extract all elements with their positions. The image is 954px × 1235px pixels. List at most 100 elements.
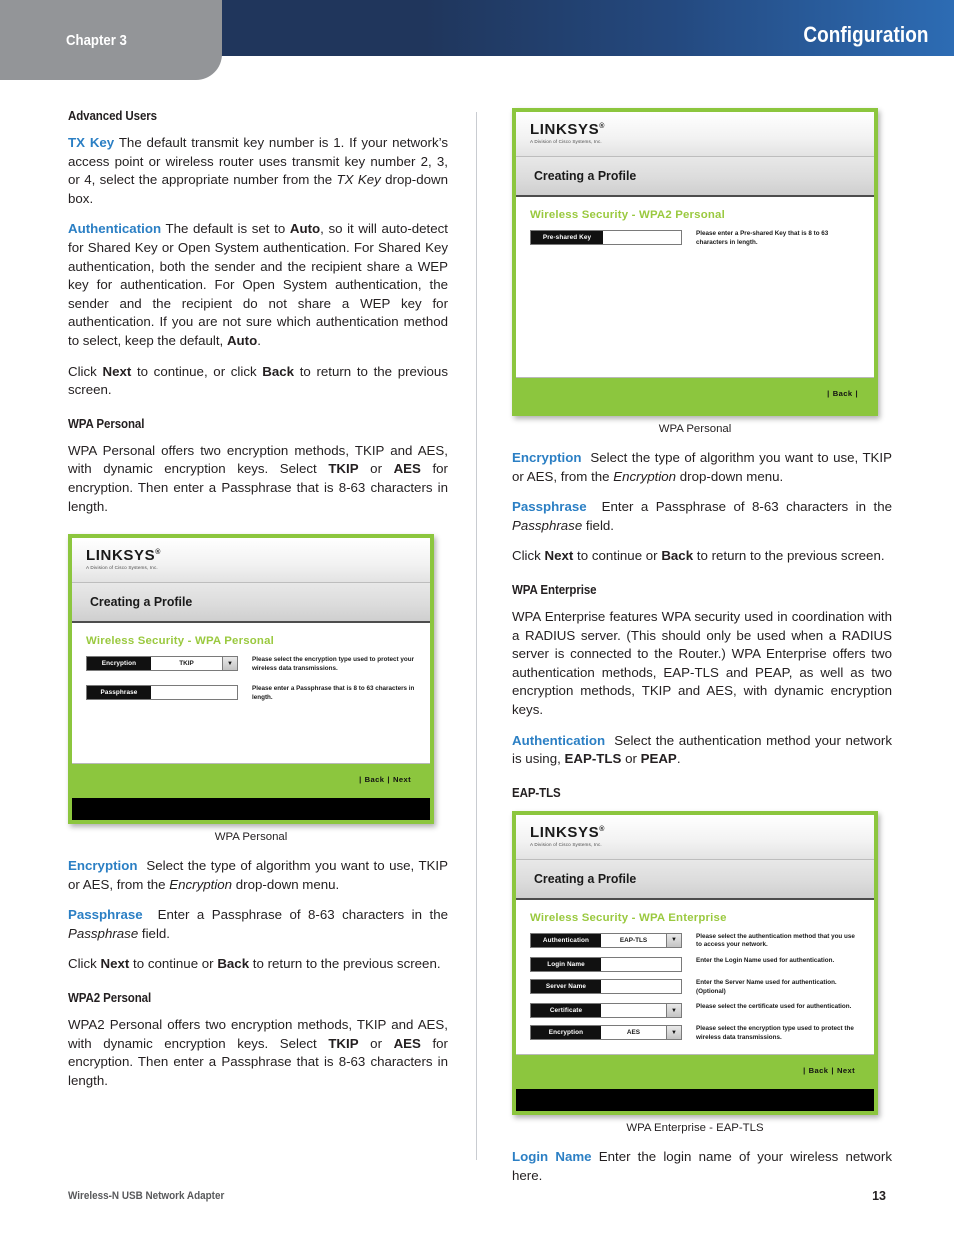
field-value [601,957,681,971]
field-label: Authentication [531,933,601,947]
field-row-pre-shared-key: Pre-shared Key Please enter a Pre-shared… [530,230,860,247]
bold-aes: AES [393,1035,421,1051]
certificate-dropdown[interactable]: Certificate ▼ [530,1003,682,1019]
bold-back: Back [262,363,295,379]
text: to continue or [573,548,662,564]
paragraph-encryption: Encryption Select the type of algorithm … [512,449,892,486]
dialog-body: Wireless Security - WPA Personal Encrypt… [72,623,430,764]
field-row-certificate: Certificate ▼ Please select the certific… [530,1003,860,1019]
paragraph-encryption: Encryption Select the type of algorithm … [68,857,448,894]
bold-next: Next [544,548,574,564]
server-name-input[interactable]: Server Name [530,978,682,994]
next-button[interactable]: Next [393,775,411,784]
text: Click [68,956,101,972]
encryption-dropdown[interactable]: Encryption AES ▼ [530,1025,682,1041]
bold-peap: PEAP [640,751,677,767]
linksys-logo: LINKSYS® [530,824,605,841]
field-help-text: Please select the encryption type used t… [252,656,415,672]
chevron-down-icon[interactable]: ▼ [666,1004,681,1018]
field-label: Encryption [531,1026,601,1040]
next-button[interactable]: Next [837,1066,855,1075]
linksys-logo-text: LINKSYS [530,121,600,138]
encryption-dropdown[interactable]: Encryption TKIP ▼ [86,656,238,672]
term-passphrase: Passphrase [512,499,587,515]
field-value [601,1004,666,1018]
linksys-logo-text: LINKSYS [86,547,156,565]
dialog-button-group: | Back | Next [803,1066,855,1076]
italic-tx-key: TX Key [336,172,381,188]
text: field. [582,517,615,533]
field-value: TKIP [151,657,222,671]
paragraph-passphrase: Passphrase Enter a Passphrase of 8-63 ch… [68,906,448,943]
dialog-button-group: | Back | Next [359,775,411,785]
back-button[interactable]: Back [833,389,853,398]
bold-eap-tls: EAP-TLS [564,751,622,767]
heading-wpa-personal: WPA Personal [68,415,145,431]
chevron-down-icon[interactable]: ▼ [666,933,681,947]
figure-caption: WPA Personal [658,423,732,435]
dialog-title: Creating a Profile [534,168,637,183]
back-button[interactable]: Back [365,775,385,784]
field-row-encryption: Encryption AES ▼ Please select the encry… [530,1025,860,1042]
paragraph-passphrase: Passphrase Enter a Passphrase of 8-63 ch… [512,498,892,535]
dialog-titlebar: Creating a Profile [516,157,874,197]
back-button[interactable]: Back [809,1066,829,1075]
italic-encryption: Encryption [613,468,677,484]
linksys-logo-subtitle: A Division of Cisco Systems, Inc. [530,841,602,847]
chapter-tab: Chapter 3 [0,0,222,80]
text: Enter a Passphrase of 8-63 characters in… [601,499,893,515]
dialog-footer: | Back | Next [72,763,430,799]
heading-advanced-users: Advanced Users [68,108,158,123]
paragraph-login-name: Login Name Enter the login name of your … [512,1148,892,1185]
dialog-titlebar: Creating a Profile [516,859,874,900]
text: to return to the previous screen. [249,956,441,972]
linksys-dialog-wpa-enterprise: LINKSYS® A Division of Cisco Systems, In… [512,810,878,1116]
dialog-title: Creating a Profile [534,870,637,886]
field-help-text: Enter the Login Name used for authentica… [696,956,835,964]
bold-auto-2: Auto [226,332,258,348]
figure-caption: WPA Enterprise - EAP-TLS [626,1122,764,1135]
dialog-logo-bar: LINKSYS® A Division of Cisco Systems, In… [72,538,430,584]
right-column: LINKSYS® A Division of Cisco Systems, In… [512,108,892,1185]
dialog-section-title: Wireless Security - WPA Enterprise [530,911,727,924]
field-label: Certificate [531,1004,601,1018]
linksys-dialog-wpa-personal: LINKSYS® A Division of Cisco Systems, In… [68,534,434,825]
field-help-text: Please enter a Passphrase that is 8 to 6… [252,685,415,701]
field-label: Encryption [87,657,151,671]
field-value [603,231,681,244]
chevron-down-icon[interactable]: ▼ [222,657,237,671]
chevron-down-icon[interactable]: ▼ [666,1026,681,1040]
term-authentication: Authentication [68,221,162,237]
login-name-input[interactable]: Login Name [530,956,682,972]
paragraph-wpa-enterprise: WPA Enterprise features WPA security use… [512,608,892,717]
footer-page-number: 13 [872,1189,886,1203]
text: or [358,1035,394,1051]
dialog-footer: | Back | [516,377,874,412]
bold-aes: AES [393,461,421,477]
dialog-logo-bar: LINKSYS® A Division of Cisco Systems, In… [516,814,874,860]
paragraph-wpa2-personal: WPA2 Personal offers two encryption meth… [68,1016,448,1090]
paragraph-authentication: Authentication The default is set to Aut… [68,220,448,350]
text: Click [512,548,545,564]
paragraph-authentication: Authentication Select the authentication… [512,732,892,769]
dialog-body: Wireless Security - WPA Enterprise Authe… [516,899,874,1055]
dialog-body: Wireless Security - WPA2 Personal Pre-sh… [516,197,874,377]
heading-wpa2-personal: WPA2 Personal [68,990,152,1006]
text: to return to the previous screen. [693,548,885,564]
field-label: Server Name [531,979,601,993]
passphrase-input[interactable]: Passphrase [86,685,238,701]
paragraph-click-next-1: Click Next to continue, or click Back to… [68,363,448,400]
bold-next: Next [100,956,130,972]
field-value [151,686,237,700]
field-value: EAP-TLS [601,933,666,947]
field-help-text: Enter the Server Name used for authentic… [696,978,837,995]
authentication-dropdown[interactable]: Authentication EAP-TLS ▼ [530,932,682,948]
dialog-section-title: Wireless Security - WPA Personal [86,635,274,648]
figure-wpa-enterprise-eap-tls: LINKSYS® A Division of Cisco Systems, In… [512,810,878,1135]
trademark-icon: ® [155,549,161,557]
field-label: Pre-shared Key [531,231,603,244]
pre-shared-key-input[interactable]: Pre-shared Key [530,230,682,245]
text: or [621,751,641,767]
bold-next: Next [102,363,132,379]
footer-product-name: Wireless-N USB Network Adapter [68,1190,225,1202]
